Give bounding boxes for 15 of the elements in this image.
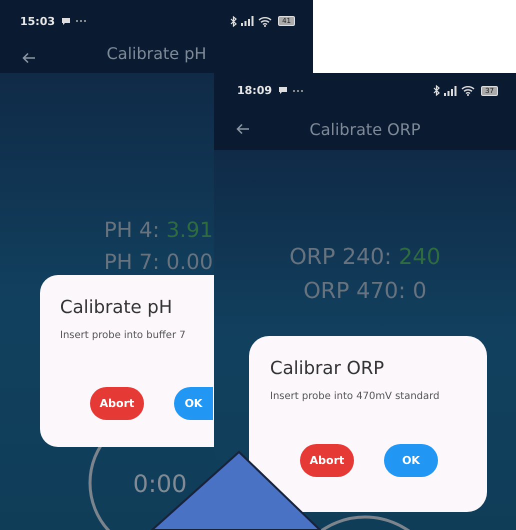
calibration-reading: PH 7: 0.00 xyxy=(104,249,214,276)
screen-title: Calibrate pH xyxy=(106,44,206,63)
screen-title: Calibrate ORP xyxy=(310,120,420,138)
ok-button[interactable]: OK xyxy=(384,444,438,477)
calibration-reading: ORP 470: 0 xyxy=(303,278,427,306)
status-time: 18:09 xyxy=(237,84,272,97)
status-time: 15:03 xyxy=(20,14,56,28)
dialog-message: Insert probe into 470mV standard xyxy=(270,391,440,402)
dialog-message: Insert probe into buffer 7 xyxy=(60,330,187,341)
dialog-title: Calibrar ORP xyxy=(270,358,386,379)
ok-button[interactable]: OK xyxy=(174,387,213,420)
timer-text: 0:00 xyxy=(133,470,187,498)
abort-button[interactable]: Abort xyxy=(300,444,354,477)
abort-button[interactable]: Abort xyxy=(90,387,144,420)
dialog-title: Calibrate pH xyxy=(60,297,174,318)
